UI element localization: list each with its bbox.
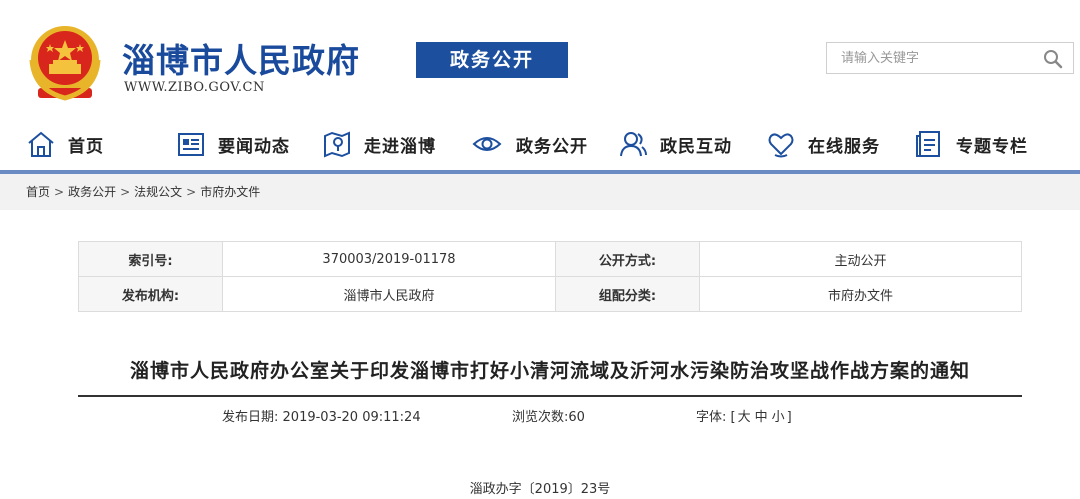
table-row: 索引号: 370003/2019-01178 公开方式: 主动公开 [78,241,1022,277]
publish-date-label: 发布日期: [222,410,279,425]
view-count-value: 60 [568,410,585,425]
search-icon[interactable] [1043,49,1063,69]
document-meta-table: 索引号: 370003/2019-01178 公开方式: 主动公开 发布机构: … [78,241,1022,312]
nav-label-zibo: 走进淄博 [364,136,436,157]
document-icon [916,131,940,157]
site-header: 淄博市人民政府 WWW.ZIBO.GOV.CN 政务公开 [0,0,1080,118]
heart-icon [768,133,794,158]
site-name[interactable]: 淄博市人民政府 [122,34,360,82]
main-nav: 首页 要闻动态 走进淄博 政务公开 政民互动 在线服务 专题专栏 [0,118,1080,174]
font-large-button[interactable]: 大 [738,410,751,425]
breadcrumb-regulations[interactable]: 法规公文 [134,185,182,199]
publish-date-value: 2019-03-20 09:11:24 [282,410,421,425]
article-title: 淄博市人民政府办公室关于印发淄博市打好小清河流域及沂河水污染防治攻坚战作战方案的… [129,360,970,382]
publish-date: 发布日期: 2019-03-20 09:11:24 [222,406,421,425]
news-icon [178,133,204,156]
font-size-label: 字体: [696,410,727,425]
eye-icon [472,137,502,151]
font-bracket-close: ] [786,410,792,425]
index-value: 370003/2019-01178 [222,241,556,277]
section-badge[interactable]: 政务公开 [416,42,568,78]
home-icon [28,131,54,157]
people-icon [620,132,647,157]
breadcrumb: 首页 > 政务公开 > 法规公文 > 市府办文件 [0,174,1080,210]
publisher-value: 淄博市人民政府 [222,276,556,312]
category-label: 组配分类: [555,276,700,312]
breadcrumb-separator: > [186,185,197,199]
nav-label-topics: 专题专栏 [956,136,1028,157]
font-size-switcher: 字体: [大中小] [696,406,792,425]
nav-label-news: 要闻动态 [218,136,290,157]
disclosure-label: 公开方式: [555,241,700,277]
view-count-label: 浏览次数: [512,410,569,425]
map-icon [324,131,350,158]
breadcrumb-separator: > [120,185,131,199]
breadcrumb-municipal-docs[interactable]: 市府办文件 [200,185,260,199]
font-medium-button[interactable]: 中 [755,410,768,425]
nav-item-interaction[interactable]: 政民互动 [618,128,732,160]
site-url[interactable]: WWW.ZIBO.GOV.CN [124,80,265,95]
nav-label-interaction: 政民互动 [660,136,732,157]
disclosure-value: 主动公开 [699,241,1022,277]
nav-label-services: 在线服务 [808,136,880,157]
table-row: 发布机构: 淄博市人民政府 组配分类: 市府办文件 [78,276,1022,312]
search-box [826,42,1074,74]
nav-item-services[interactable]: 在线服务 [766,128,880,160]
font-bracket-open: [ [730,410,736,425]
nav-label-disclosure: 政务公开 [516,136,588,157]
nav-item-disclosure[interactable]: 政务公开 [470,128,588,160]
nav-label-home: 首页 [68,136,104,157]
index-label: 索引号: [78,241,223,277]
search-input[interactable] [827,43,1032,73]
nav-item-topics[interactable]: 专题专栏 [914,128,1028,160]
breadcrumb-separator: > [54,185,65,199]
document-number: 淄政办字〔2019〕23号 [469,482,611,497]
publisher-label: 发布机构: [78,276,223,312]
font-small-button[interactable]: 小 [772,410,785,425]
breadcrumb-home[interactable]: 首页 [26,185,50,199]
nav-item-zibo[interactable]: 走进淄博 [322,128,436,160]
national-emblem-icon [29,26,101,101]
breadcrumb-disclosure[interactable]: 政务公开 [68,185,116,199]
title-divider [78,395,1022,397]
nav-item-news[interactable]: 要闻动态 [176,128,290,160]
nav-item-home[interactable]: 首页 [26,128,104,160]
category-value: 市府办文件 [699,276,1022,312]
view-count: 浏览次数:60 [512,406,585,425]
